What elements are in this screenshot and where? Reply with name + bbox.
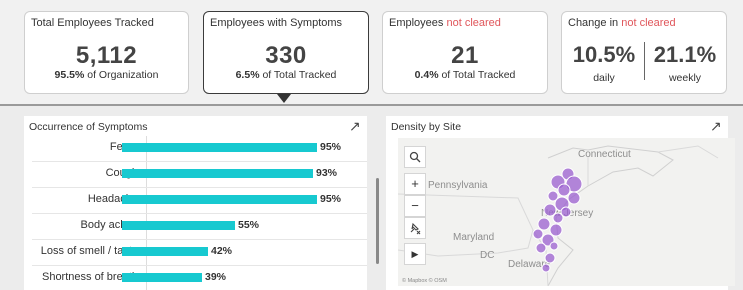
site-dot[interactable] [557, 183, 571, 197]
weekly-label: weekly [668, 72, 702, 84]
kpi-title: Change in not cleared [568, 17, 676, 29]
panel-title: Density by Site [391, 121, 462, 133]
value-label: 42% [211, 245, 233, 257]
density-dots [532, 167, 583, 273]
kpi-title: Employees not cleared [389, 17, 501, 29]
weekly-change: 21.1% weekly [648, 42, 722, 84]
site-dot[interactable] [549, 241, 559, 251]
site-dot[interactable] [549, 223, 563, 237]
value-label: 39% [205, 271, 227, 283]
bar[interactable] [122, 195, 317, 204]
selected-pointer-icon [277, 94, 291, 103]
row-divider [32, 213, 367, 214]
expand-icon[interactable]: ↗ [349, 118, 361, 135]
site-dot[interactable] [535, 242, 547, 254]
panel-title: Occurrence of Symptoms [29, 121, 148, 133]
daily-value: 10.5% [572, 42, 636, 67]
zoom-in-button[interactable]: + [404, 173, 426, 195]
kpi-card-not-cleared[interactable]: Employees not cleared 21 0.4% of Total T… [382, 11, 548, 94]
expand-icon[interactable]: ↗ [710, 118, 722, 135]
map-attribution: © Mapbox © OSM [402, 278, 447, 284]
bar[interactable] [122, 169, 313, 178]
play-button[interactable]: ▶ [404, 243, 426, 265]
site-dot[interactable] [532, 228, 544, 240]
kpi-card-total[interactable]: Total Employees Tracked 5,112 95.5% of O… [24, 11, 189, 94]
kpi-subtitle: 6.5% of Total Tracked [235, 69, 337, 81]
kpi-subtitle: 95.5% of Organization [54, 69, 159, 81]
kpi-title: Employees with Symptoms [210, 17, 343, 29]
scrollbar[interactable] [376, 178, 379, 264]
value-label: 95% [320, 193, 342, 205]
row-divider [32, 239, 367, 240]
map-search-button[interactable] [404, 146, 426, 168]
bar[interactable] [122, 221, 235, 230]
search-icon [409, 151, 421, 163]
kpi-card-change[interactable]: Change in not cleared 10.5% daily 21.1% … [561, 11, 727, 94]
site-dot[interactable] [560, 206, 572, 218]
value-label: 55% [238, 219, 260, 231]
bar[interactable] [122, 273, 202, 282]
bar[interactable] [122, 247, 208, 256]
kpi-strip: Total Employees Tracked 5,112 95.5% of O… [0, 0, 743, 104]
row-divider [32, 265, 367, 266]
row-divider [32, 161, 367, 162]
pin-button[interactable] [404, 217, 426, 239]
kpi-card-symptoms[interactable]: Employees with Symptoms 330 6.5% of Tota… [203, 11, 369, 94]
kpi-value: 5,112 [75, 42, 138, 69]
bar[interactable] [122, 143, 317, 152]
site-dot[interactable] [541, 263, 551, 273]
kpi-value: 21 [451, 42, 479, 69]
site-dot[interactable] [544, 252, 556, 264]
kpi-title: Total Employees Tracked [31, 17, 154, 29]
kpi-value: 330 [265, 42, 307, 69]
map-panel: Density by Site ↗ Connecticut Pennsylvan… [386, 116, 735, 290]
daily-change: 10.5% daily [568, 42, 640, 84]
symptoms-panel: Occurrence of Symptoms ↗ Fever95%Cough93… [24, 116, 379, 290]
zoom-out-button[interactable]: − [404, 195, 426, 217]
pin-icon [410, 222, 421, 235]
site-dot[interactable] [567, 191, 581, 205]
divider [644, 42, 645, 80]
weekly-value: 21.1% [653, 42, 717, 67]
value-label: 95% [320, 141, 342, 153]
site-dot[interactable] [537, 217, 551, 231]
kpi-subtitle: 0.4% of Total Tracked [414, 69, 516, 81]
density-map[interactable]: Connecticut Pennsylvania New Jersey Mary… [398, 138, 735, 286]
row-divider [32, 187, 367, 188]
section-divider [0, 104, 743, 106]
value-label: 93% [316, 167, 338, 179]
daily-label: daily [593, 72, 615, 84]
